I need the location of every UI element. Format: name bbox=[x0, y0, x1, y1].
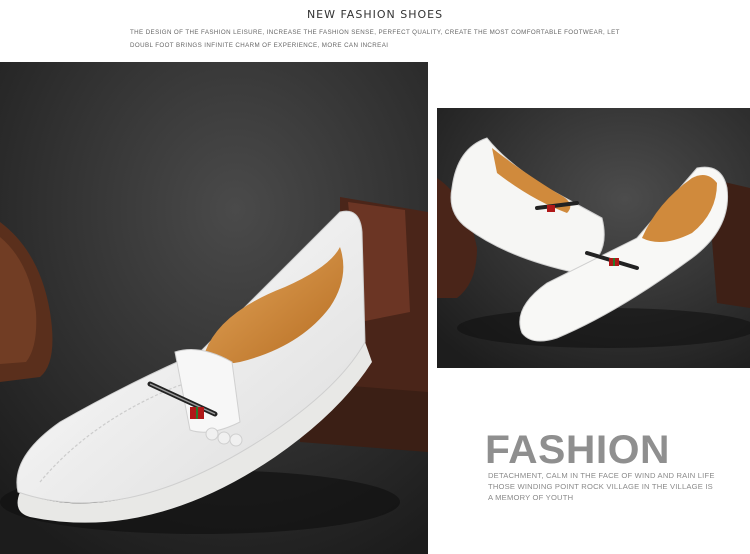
page-subtitle: THE DESIGN OF THE FASHION LEISURE, INCRE… bbox=[130, 29, 620, 49]
side-product-photo bbox=[437, 108, 750, 368]
promo-heading: FASHION bbox=[485, 428, 670, 472]
main-product-photo bbox=[0, 62, 428, 554]
promo-body-text: DETACHMENT, CALM IN THE FACE OF WIND AND… bbox=[488, 471, 715, 502]
page-header: NEW FASHION SHOES THE DESIGN OF THE FASH… bbox=[0, 0, 750, 60]
page-title: NEW FASHION SHOES bbox=[306, 8, 444, 21]
